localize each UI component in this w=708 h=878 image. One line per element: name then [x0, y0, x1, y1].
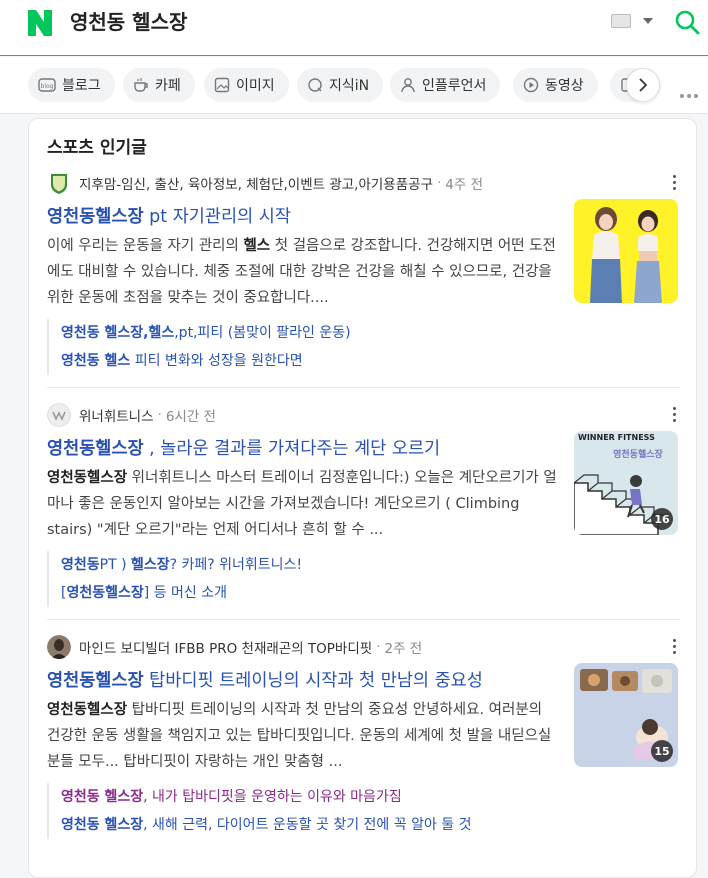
post-menu-icon[interactable] [673, 639, 677, 657]
post-title[interactable]: 영천동헬스장 pt 자기관리의 시작 [47, 203, 291, 228]
search-query-text[interactable]: 영천동 헬스장 [70, 8, 187, 36]
divider [47, 387, 680, 388]
meta-separator: · [437, 175, 442, 191]
person-icon [401, 78, 415, 93]
tab-video-label: 동영상 [545, 78, 584, 94]
thumb-brand-text: WINNER FITNESS [578, 433, 655, 442]
post-time: 4주 전 [445, 177, 484, 193]
kin-icon [308, 78, 322, 92]
related-links: 영천동 헬스장, 내가 탑바디핏을 운영하는 이유와 마음가짐 영천동 헬스장,… [47, 783, 647, 839]
svg-text:blog: blog [41, 83, 54, 90]
post-snippet[interactable]: 이에 우리는 운동을 자기 관리의 헬스 첫 걸음으로 강조합니다. 건강해지면… [47, 233, 559, 311]
post-meta: 마인드 보디빌더 IFBB PRO 천재래곤의 TOP바디핏 · 2주 전 [47, 635, 422, 659]
post-thumbnail[interactable]: 영천동헬스장 WINNER FITNESS 16 [574, 431, 678, 535]
cafe-icon [134, 78, 148, 92]
post-author[interactable]: 지후맘-임신, 출산, 육아정보, 체험단,이벤트 광고,아기용품공구 [79, 173, 433, 193]
meta-separator: · [157, 407, 162, 423]
avatar[interactable] [47, 635, 71, 659]
tab-cafe[interactable]: 카페 [123, 68, 195, 102]
image-count-badge: 15 [651, 740, 673, 762]
related-link[interactable]: 영천동 헬스장, 내가 탑바디핏을 운영하는 이유와 마음가짐 [61, 783, 647, 811]
post-time: 2주 전 [384, 641, 423, 657]
keyboard-icon[interactable] [611, 14, 631, 28]
chevron-right-icon [639, 78, 648, 92]
tab-video[interactable]: 동영상 [513, 68, 598, 102]
tab-image[interactable]: 이미지 [204, 68, 289, 102]
post-menu-icon[interactable] [673, 175, 677, 193]
play-icon [523, 77, 539, 93]
related-link[interactable]: 영천동PT ) 헬스장? 카페? 위너휘트니스! [61, 551, 647, 579]
naver-logo[interactable] [28, 10, 52, 36]
post-snippet[interactable]: 영천동헬스장 위너휘트니스 마스터 트레이너 김정훈입니다:) 오늘은 계단오르… [47, 465, 559, 543]
tab-kin-label: 지식iN [329, 78, 370, 94]
post-meta: 지후맘-임신, 출산, 육아정보, 체험단,이벤트 광고,아기용품공구 · 4주… [47, 171, 483, 195]
avatar[interactable] [47, 171, 71, 195]
image-icon [214, 77, 230, 93]
search-icon[interactable] [674, 9, 700, 35]
post-title[interactable]: 영천동헬스장 탑바디핏 트레이닝의 시작과 첫 만남의 중요성 [47, 667, 483, 692]
related-link[interactable]: [영천동헬스장] 등 머신 소개 [61, 579, 647, 607]
post-menu-icon[interactable] [673, 407, 677, 425]
post-thumbnail[interactable] [574, 199, 678, 303]
divider [47, 619, 680, 620]
chevron-down-icon[interactable] [643, 18, 653, 24]
related-link[interactable]: 영천동 헬스 피티 변화와 성장을 원한다면 [61, 347, 647, 375]
post-thumbnail[interactable]: 15 [574, 663, 678, 767]
post-time: 6시간 전 [165, 409, 216, 425]
post-author[interactable]: 마인드 보디빌더 IFBB PRO 천재래곤의 TOP바디핏 [79, 637, 372, 657]
image-count-badge: 16 [651, 508, 673, 530]
avatar[interactable] [47, 403, 71, 427]
svg-text:영천동헬스장: 영천동헬스장 [613, 448, 663, 460]
more-icon[interactable] [680, 83, 701, 102]
related-link[interactable]: 영천동 헬스장, 새해 근력, 다이어트 운동할 곳 찾기 전에 꼭 알아 둘 … [61, 811, 647, 839]
tabs-next-button[interactable] [626, 68, 660, 102]
post-snippet[interactable]: 영천동헬스장 탑바디핏 트레이닝의 시작과 첫 만남의 중요성 안녕하세요. 여… [47, 697, 559, 775]
search-header: 영천동 헬스장 [0, 0, 708, 56]
blog-icon: blog [38, 78, 56, 92]
related-links: 영천동 헬스장,헬스,pt,피티 (봄맞이 팔라인 운동) 영천동 헬스 피티 … [47, 319, 647, 375]
post-meta: 위너휘트니스 · 6시간 전 [47, 403, 216, 427]
tab-influencer[interactable]: 인플루언서 [390, 68, 501, 102]
related-link[interactable]: 영천동 헬스장,헬스,pt,피티 (봄맞이 팔라인 운동) [61, 319, 647, 347]
tab-kin[interactable]: 지식iN [297, 68, 384, 102]
post-author[interactable]: 위너휘트니스 [79, 405, 154, 425]
section-title: 스포츠 인기글 [47, 138, 147, 158]
tab-influencer-label: 인플루언서 [422, 78, 487, 94]
tab-blog[interactable]: blog 블로그 [28, 68, 115, 102]
tab-image-label: 이미지 [236, 78, 275, 94]
search-tab-bar: blog 블로그 카페 이미지 지식iN 인플루언서 동영상 [0, 57, 708, 114]
meta-separator: · [376, 639, 381, 655]
tab-blog-label: 블로그 [62, 78, 101, 94]
tab-cafe-label: 카페 [155, 78, 181, 94]
related-links: 영천동PT ) 헬스장? 카페? 위너휘트니스! [영천동헬스장] 등 머신 소… [47, 551, 647, 607]
popular-posts-card: 스포츠 인기글 지후맘-임신, 출산, 육아정보, 체험단,이벤트 광고,아기용… [28, 118, 697, 878]
post-title[interactable]: 영천동헬스장 , 놀라운 결과를 가져다주는 계단 오르기 [47, 435, 440, 460]
